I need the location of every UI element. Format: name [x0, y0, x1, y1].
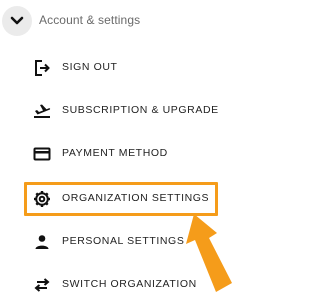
- account-settings-menu: Account & settings SIGN OUT SUBSCRIPTION…: [0, 0, 240, 304]
- pointer-arrow-icon: [186, 214, 232, 292]
